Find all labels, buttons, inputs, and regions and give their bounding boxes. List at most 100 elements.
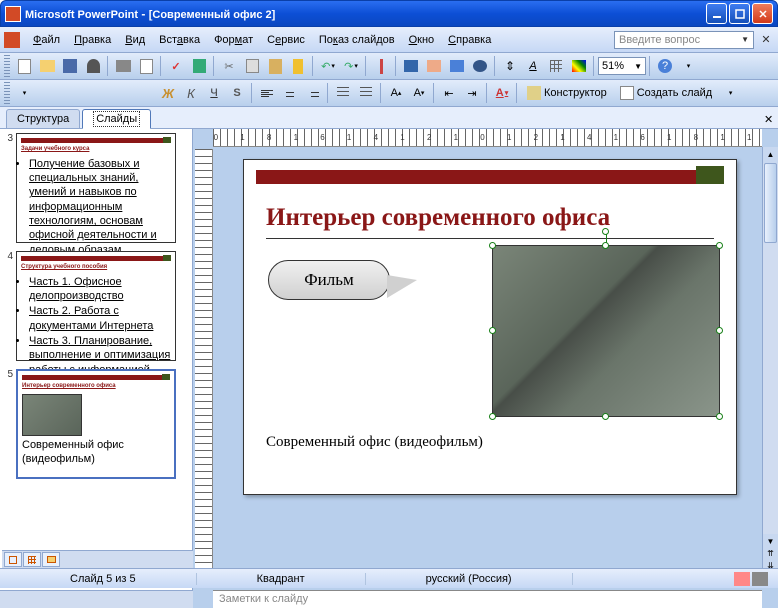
spelling-button[interactable]: ✓ — [165, 55, 187, 77]
increase-font-button[interactable]: A▴ — [385, 82, 407, 104]
chart-button[interactable] — [400, 55, 422, 77]
spell-status-icon[interactable] — [734, 572, 750, 586]
vertical-scrollbar[interactable]: ▲ ▼ ⇈ ⇊ — [762, 147, 778, 570]
slide-sorter-button[interactable] — [23, 552, 41, 567]
font-color-button[interactable]: A▾ — [491, 82, 513, 104]
slide-canvas[interactable]: Интерьер современного офиса Фильм Соврем… — [243, 159, 737, 495]
help-search-input[interactable]: Введите вопрос▼ — [614, 31, 754, 49]
slide-title[interactable]: Интерьер современного офиса — [266, 204, 610, 232]
align-right-button[interactable] — [302, 82, 324, 104]
scrollbar-thumb[interactable] — [764, 163, 777, 243]
callout-shape[interactable]: Фильм — [268, 260, 390, 300]
resize-handle[interactable] — [489, 413, 496, 420]
shadow-button[interactable]: S — [226, 82, 248, 104]
resize-handle[interactable] — [716, 242, 723, 249]
toolbar-options-button[interactable]: ▾ — [719, 82, 741, 104]
show-formatting-button[interactable]: A — [522, 55, 544, 77]
toolbar-arrow[interactable]: ▾ — [13, 82, 35, 104]
design-button[interactable]: Конструктор — [521, 82, 613, 104]
notes-area[interactable]: Заметки к слайду — [213, 590, 762, 608]
menu-edit[interactable]: Правка — [67, 32, 118, 48]
paste-button[interactable] — [264, 55, 286, 77]
copy-button[interactable] — [241, 55, 263, 77]
titlebar: Microsoft PowerPoint - [Современный офис… — [0, 0, 778, 27]
permission-button[interactable] — [82, 55, 104, 77]
resize-handle[interactable] — [716, 413, 723, 420]
toolbar-grip[interactable] — [4, 55, 10, 77]
numbered-list-button[interactable] — [332, 82, 354, 104]
new-slide-button[interactable]: Создать слайд — [614, 82, 718, 104]
redo-button[interactable]: ↷▾ — [340, 55, 362, 77]
increase-indent-button[interactable]: ⇥ — [461, 82, 483, 104]
normal-view-button[interactable] — [4, 552, 22, 567]
toolbar-options-button[interactable]: ▾ — [677, 55, 699, 77]
formatting-toolbar: ▾ Ж К Ч S A▴ A▾ ⇤ ⇥ A▾ Конструктор Созда… — [0, 80, 778, 107]
status-icon[interactable] — [752, 572, 768, 586]
menu-view[interactable]: Вид — [118, 32, 152, 48]
cut-button[interactable]: ✂ — [218, 55, 240, 77]
toolbar-grip[interactable] — [4, 82, 10, 104]
resize-handle[interactable] — [489, 242, 496, 249]
thumbnail-4[interactable]: 4 Структура учебного пособия Часть 1. Оф… — [2, 251, 190, 361]
main-area: 3 Задачи учебного курса Получение базовы… — [0, 129, 778, 608]
thumbnail-5[interactable]: 5 Интерьер современного офиса Современны… — [2, 369, 190, 479]
close-button[interactable] — [752, 3, 773, 24]
menu-slideshow[interactable]: Показ слайдов — [312, 32, 402, 48]
standard-toolbar: ✓ ✂ ↶▾ ↷▾ ⇕ A 51%▼ ? ▾ — [0, 53, 778, 80]
scroll-down-button[interactable]: ▼ — [763, 534, 778, 546]
menu-insert[interactable]: Вставка — [152, 32, 207, 48]
align-center-button[interactable] — [279, 82, 301, 104]
color-grayscale-button[interactable] — [568, 55, 590, 77]
close-document-button[interactable]: ✕ — [758, 32, 774, 48]
tab-slides[interactable]: Слайды — [82, 109, 151, 129]
resize-handle[interactable] — [716, 327, 723, 334]
bulleted-list-button[interactable] — [355, 82, 377, 104]
close-pane-button[interactable]: ✕ — [762, 111, 778, 128]
minimize-button[interactable] — [706, 3, 727, 24]
rotate-handle[interactable] — [602, 228, 609, 235]
research-button[interactable] — [188, 55, 210, 77]
slideshow-button[interactable] — [42, 552, 60, 567]
tables-borders-button[interactable] — [446, 55, 468, 77]
align-left-button[interactable] — [256, 82, 278, 104]
decrease-font-button[interactable]: A▾ — [408, 82, 430, 104]
slide-header-bar — [256, 170, 724, 184]
new-button[interactable] — [13, 55, 35, 77]
resize-handle[interactable] — [489, 327, 496, 334]
video-placeholder[interactable] — [492, 245, 720, 417]
menubar: Файл Правка Вид Вставка Формат Сервис По… — [0, 27, 778, 53]
table-button[interactable] — [423, 55, 445, 77]
statusbar: Слайд 5 из 5 Квадрант русский (Россия) — [0, 568, 778, 588]
undo-button[interactable]: ↶▾ — [317, 55, 339, 77]
save-button[interactable] — [59, 55, 81, 77]
maximize-button[interactable] — [729, 3, 750, 24]
menu-service[interactable]: Сервис — [260, 32, 312, 48]
outline-tabs: Структура Слайды ✕ — [0, 107, 778, 129]
menu-help[interactable]: Справка — [441, 32, 498, 48]
expand-all-button[interactable]: ⇕ — [499, 55, 521, 77]
tab-structure[interactable]: Структура — [6, 109, 80, 128]
help-button[interactable]: ? — [654, 55, 676, 77]
menu-file[interactable]: Файл — [26, 32, 67, 48]
ink-button[interactable] — [370, 55, 392, 77]
decrease-indent-button[interactable]: ⇤ — [438, 82, 460, 104]
print-button[interactable] — [112, 55, 134, 77]
resize-handle[interactable] — [602, 413, 609, 420]
hyperlink-button[interactable] — [469, 55, 491, 77]
prev-slide-button[interactable]: ⇈ — [763, 546, 778, 558]
thumbnail-3[interactable]: 3 Задачи учебного курса Получение базовы… — [2, 133, 190, 243]
bold-button[interactable]: Ж — [157, 82, 179, 104]
menu-format[interactable]: Формат — [207, 32, 260, 48]
slide-caption[interactable]: Современный офис (видеофильм) — [266, 434, 483, 451]
zoom-input[interactable]: 51%▼ — [598, 57, 646, 75]
underline-button[interactable]: Ч — [203, 82, 225, 104]
print-preview-button[interactable] — [135, 55, 157, 77]
grid-button[interactable] — [545, 55, 567, 77]
open-button[interactable] — [36, 55, 58, 77]
resize-handle[interactable] — [602, 242, 609, 249]
scroll-up-button[interactable]: ▲ — [763, 147, 778, 163]
italic-button[interactable]: К — [180, 82, 202, 104]
format-painter-button[interactable] — [287, 55, 309, 77]
status-language[interactable]: русский (Россия) — [366, 573, 573, 585]
menu-window[interactable]: Окно — [402, 32, 442, 48]
